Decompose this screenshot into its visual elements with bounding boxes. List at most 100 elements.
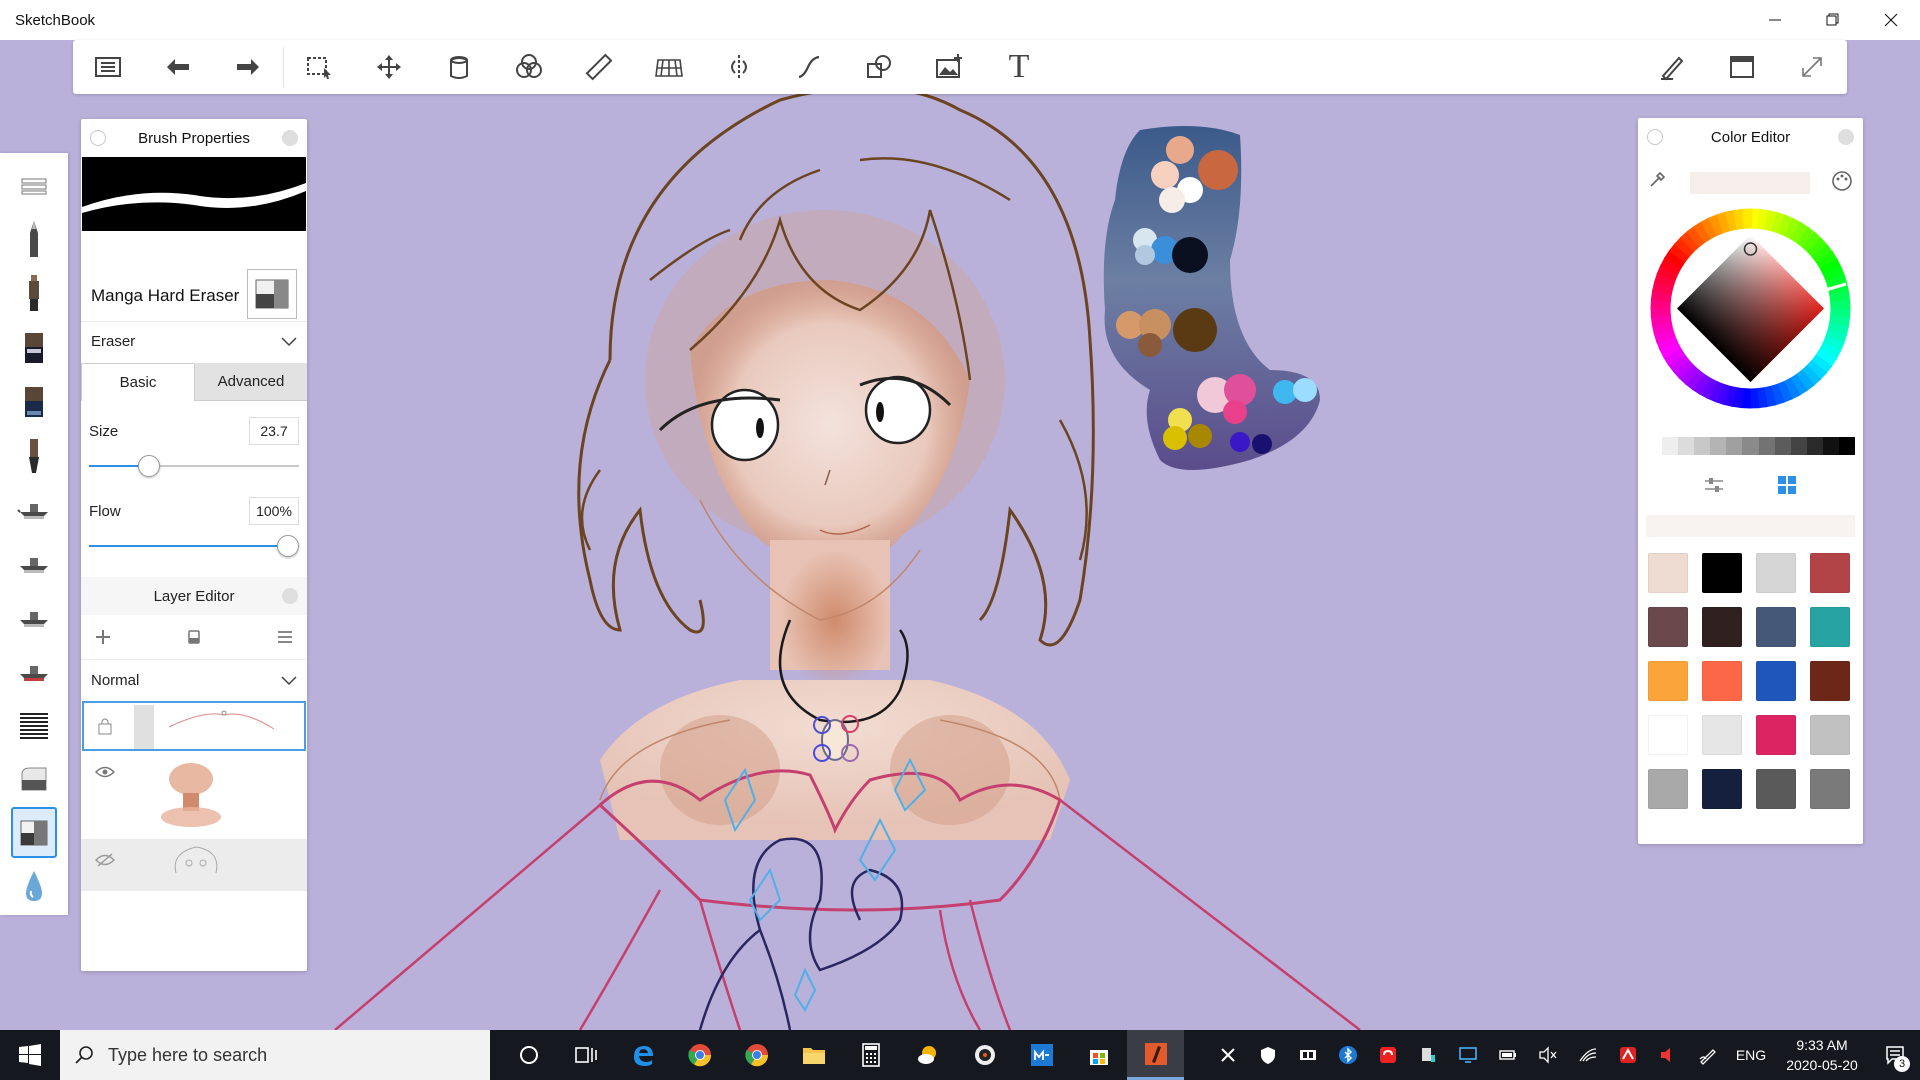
chrome-button-2[interactable] xyxy=(728,1030,785,1080)
color-swatch[interactable] xyxy=(1648,769,1688,809)
tray-dolby[interactable] xyxy=(1288,1030,1328,1080)
eyedropper-icon[interactable] xyxy=(1648,169,1668,189)
tray-battery[interactable] xyxy=(1488,1030,1528,1080)
hard-eraser[interactable] xyxy=(11,807,57,859)
color-swatch[interactable] xyxy=(1810,661,1850,701)
symmetry-tool[interactable] xyxy=(704,40,774,94)
minimize-button[interactable] xyxy=(1746,0,1804,40)
selection-tool[interactable] xyxy=(284,40,354,94)
tray-pen[interactable] xyxy=(1688,1030,1728,1080)
expand-button[interactable] xyxy=(1777,40,1847,94)
airbrush-3[interactable] xyxy=(11,592,57,643)
transform-tool[interactable] xyxy=(354,40,424,94)
eye-hidden-icon[interactable] xyxy=(95,853,115,867)
panel-close-icon[interactable] xyxy=(282,130,298,146)
panel-pin-icon[interactable] xyxy=(1647,129,1663,145)
eraser-icon[interactable] xyxy=(184,627,204,647)
sketchbook-button[interactable] xyxy=(1127,1030,1184,1080)
brush-thumbnail[interactable] xyxy=(247,269,297,319)
chrome-button[interactable] xyxy=(671,1030,728,1080)
shapes-tool[interactable] xyxy=(844,40,914,94)
gray-swatch[interactable] xyxy=(1822,437,1839,455)
current-color-swatch[interactable] xyxy=(1690,172,1810,194)
restore-button[interactable] xyxy=(1804,0,1862,40)
add-image-tool[interactable] xyxy=(914,40,984,94)
airbrush-2[interactable] xyxy=(11,538,57,589)
tray-app-red[interactable] xyxy=(1368,1030,1408,1080)
tray-antivirus[interactable] xyxy=(1608,1030,1648,1080)
color-swatch[interactable] xyxy=(1648,715,1688,755)
color-swatch[interactable] xyxy=(1648,553,1688,593)
tray-display[interactable] xyxy=(1448,1030,1488,1080)
tray-device[interactable] xyxy=(1408,1030,1448,1080)
flow-value-input[interactable]: 100% xyxy=(249,497,299,525)
color-swatch[interactable] xyxy=(1810,553,1850,593)
ruler-tool[interactable] xyxy=(564,40,634,94)
color-swatch[interactable] xyxy=(1810,769,1850,809)
media-player-button[interactable] xyxy=(956,1030,1013,1080)
gray-swatch[interactable] xyxy=(1710,437,1727,455)
layer-item[interactable] xyxy=(81,839,307,891)
mail-button[interactable] xyxy=(1013,1030,1070,1080)
tray-tool-icon[interactable] xyxy=(1208,1030,1248,1080)
task-view-button[interactable] xyxy=(557,1030,614,1080)
slider-knob[interactable] xyxy=(277,535,299,557)
color-swatch[interactable] xyxy=(1810,715,1850,755)
eye-icon[interactable] xyxy=(95,765,115,779)
slider-knob[interactable] xyxy=(137,455,160,477)
layer-menu-icon[interactable] xyxy=(275,627,295,647)
gray-swatch[interactable] xyxy=(1694,437,1711,455)
flow-slider[interactable] xyxy=(89,531,299,561)
add-layer-icon[interactable] xyxy=(93,627,113,647)
color-swatch[interactable] xyxy=(1756,607,1796,647)
color-swatch[interactable] xyxy=(1648,607,1688,647)
size-slider[interactable] xyxy=(89,451,299,481)
store-button[interactable] xyxy=(1070,1030,1127,1080)
gray-swatch[interactable] xyxy=(1742,437,1759,455)
marker-brush[interactable] xyxy=(11,323,57,374)
action-center-button[interactable]: 3 xyxy=(1870,1030,1920,1080)
brush-palette-menu[interactable] xyxy=(11,161,57,212)
layer-item[interactable] xyxy=(82,701,306,751)
inking-brush[interactable] xyxy=(11,269,57,320)
close-button[interactable] xyxy=(1862,0,1920,40)
window-view-button[interactable] xyxy=(1707,40,1777,94)
tab-advanced[interactable]: Advanced xyxy=(195,363,307,401)
fill-tool[interactable] xyxy=(424,40,494,94)
color-swatch[interactable] xyxy=(1810,607,1850,647)
paint-brush[interactable] xyxy=(11,430,57,481)
color-swatch[interactable] xyxy=(1756,769,1796,809)
tab-basic[interactable]: Basic xyxy=(81,363,195,401)
soft-eraser[interactable] xyxy=(11,753,57,804)
gray-swatch[interactable] xyxy=(1678,437,1695,455)
panel-close-icon[interactable] xyxy=(282,588,298,604)
tray-mute[interactable] xyxy=(1528,1030,1568,1080)
taskbar-search[interactable]: Type here to search xyxy=(60,1030,490,1080)
gray-swatch[interactable] xyxy=(1774,437,1791,455)
color-wheel[interactable] xyxy=(1648,206,1853,411)
tray-wifi[interactable] xyxy=(1568,1030,1608,1080)
size-value-input[interactable]: 23.7 xyxy=(249,417,299,445)
color-palette-icon[interactable] xyxy=(1831,170,1853,192)
pencil-brush[interactable] xyxy=(11,215,57,266)
gray-swatch[interactable] xyxy=(1646,437,1663,455)
color-swatch[interactable] xyxy=(1702,715,1742,755)
sliders-icon[interactable] xyxy=(1703,474,1725,496)
color-swatch[interactable] xyxy=(1756,553,1796,593)
brush-type-dropdown[interactable]: Eraser xyxy=(81,321,307,361)
edge-button[interactable] xyxy=(614,1030,671,1080)
menu-button[interactable] xyxy=(73,40,143,94)
gray-swatch[interactable] xyxy=(1790,437,1807,455)
color-swatch[interactable] xyxy=(1756,715,1796,755)
gray-swatch[interactable] xyxy=(1726,437,1743,455)
color-swatch[interactable] xyxy=(1648,661,1688,701)
panel-close-icon[interactable] xyxy=(1838,129,1854,145)
flat-brush[interactable] xyxy=(11,376,57,427)
grayscale-strip[interactable] xyxy=(1646,437,1856,455)
input-language[interactable]: ENG xyxy=(1728,1047,1774,1063)
undo-button[interactable] xyxy=(143,40,213,94)
file-explorer-button[interactable] xyxy=(785,1030,842,1080)
airbrush-4[interactable] xyxy=(11,646,57,697)
gray-swatch[interactable] xyxy=(1838,437,1856,455)
calculator-button[interactable] xyxy=(842,1030,899,1080)
